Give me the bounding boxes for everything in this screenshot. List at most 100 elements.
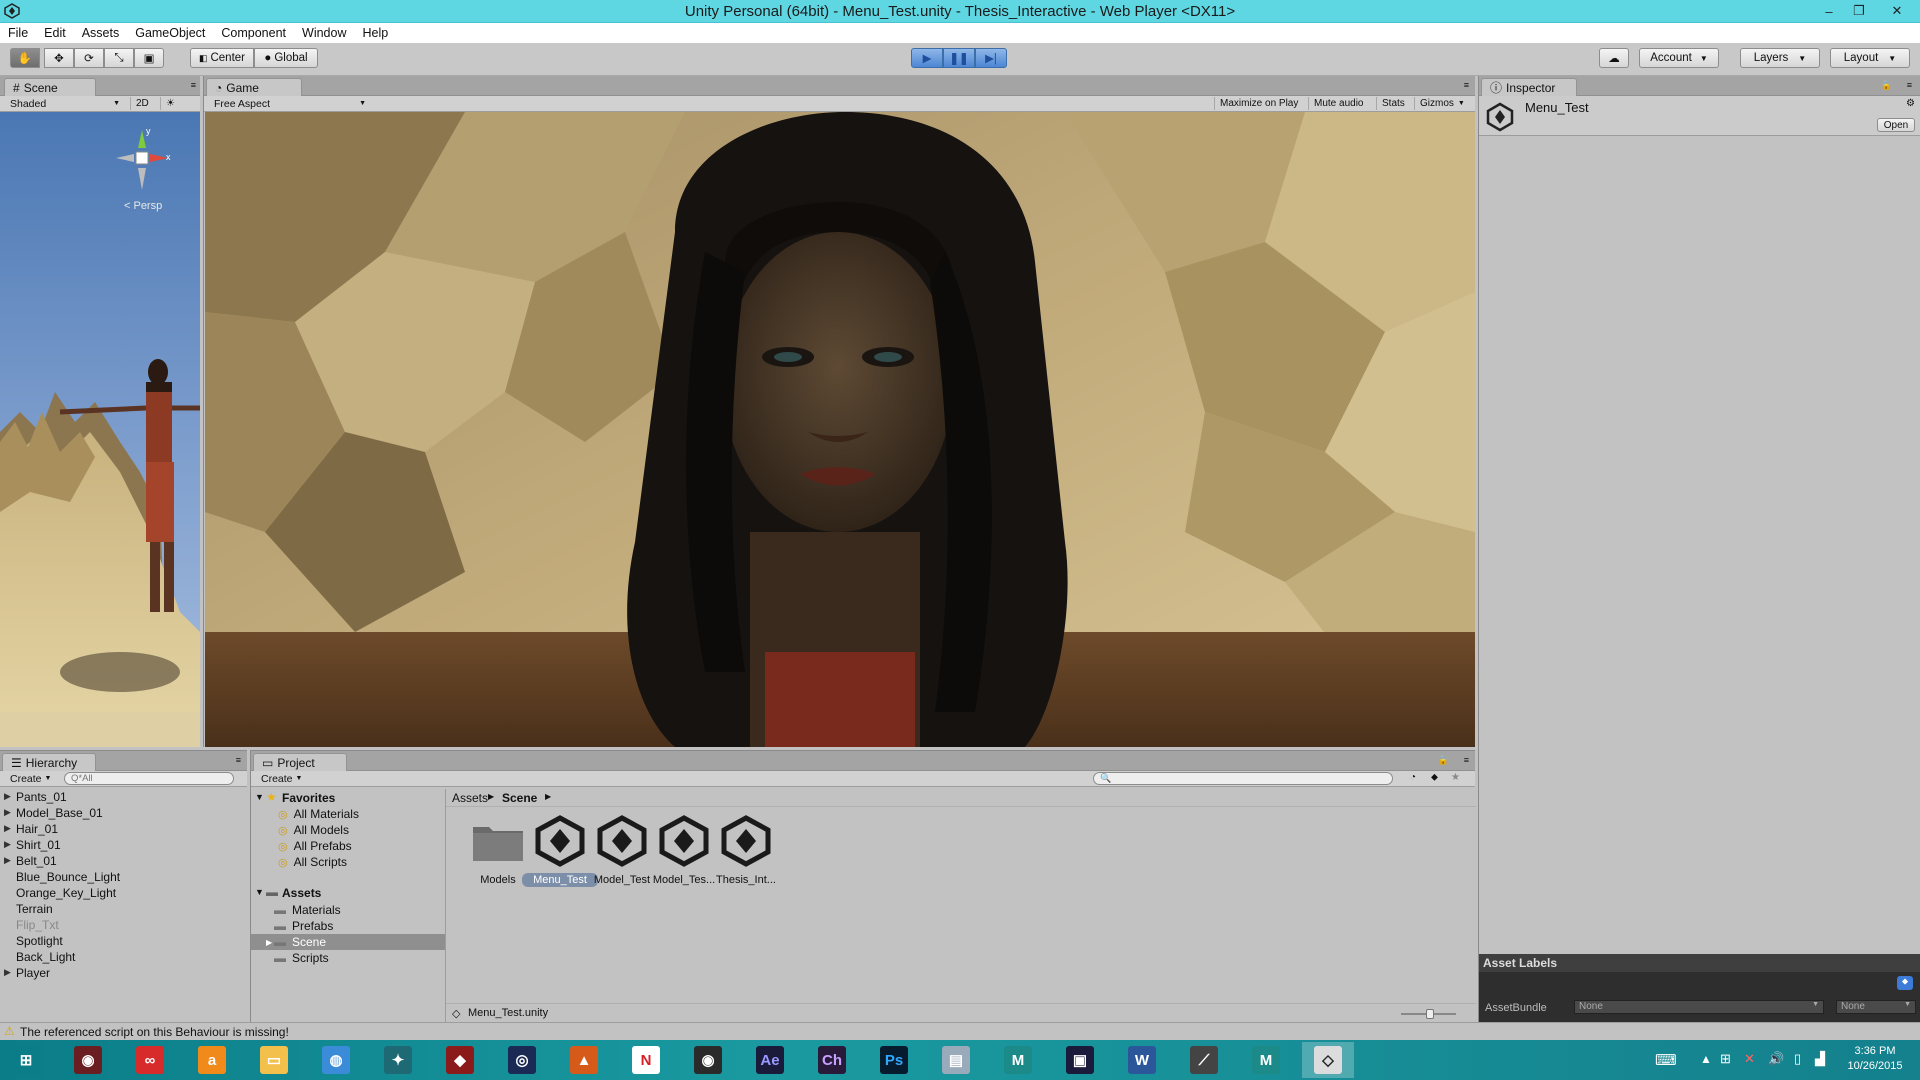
taskbar-app[interactable]: ✦: [372, 1042, 424, 1078]
taskbar-app[interactable]: Ae: [744, 1042, 796, 1078]
rect-tool-button[interactable]: ▣: [134, 48, 164, 68]
taskbar-app[interactable]: ▣: [1054, 1042, 1106, 1078]
asset-variant-dropdown[interactable]: None ▼: [1836, 1000, 1916, 1014]
taskbar-app[interactable]: ◎: [496, 1042, 548, 1078]
taskbar-app[interactable]: ◉: [62, 1042, 114, 1078]
cloud-button[interactable]: ☁: [1599, 48, 1629, 68]
taskbar-app[interactable]: N: [620, 1042, 672, 1078]
taskbar-app[interactable]: Ps: [868, 1042, 920, 1078]
lock-icon[interactable]: 🔒: [1438, 755, 1449, 766]
volume-icon[interactable]: 🔊: [1768, 1051, 1784, 1067]
expand-arrow-icon[interactable]: ▶: [4, 855, 11, 866]
gear-icon[interactable]: ⚙: [1906, 98, 1915, 109]
tab-hierarchy[interactable]: ☰ Hierarchy: [2, 753, 96, 771]
hierarchy-item[interactable]: ▶ Model_Base_01: [0, 805, 247, 821]
asset-tile[interactable]: Thesis_Int...: [714, 813, 778, 893]
expand-arrow-icon[interactable]: ▶: [4, 839, 11, 850]
scene-gizmo[interactable]: y x: [112, 126, 172, 196]
play-button[interactable]: ▶: [911, 48, 943, 68]
hierarchy-item[interactable]: Flip_Txt: [0, 917, 247, 933]
asset-tile[interactable]: Models: [466, 813, 530, 893]
battery-icon[interactable]: ▯: [1794, 1051, 1801, 1067]
hierarchy-item[interactable]: ▶ Belt_01: [0, 853, 247, 869]
scene-viewport[interactable]: y x < Persp: [0, 112, 200, 747]
account-dropdown[interactable]: Account ▼: [1639, 48, 1719, 68]
close-button[interactable]: ✕: [1874, 0, 1920, 22]
menu-assets[interactable]: Assets: [74, 26, 128, 40]
tab-game[interactable]: ◔ Game: [206, 78, 302, 96]
expand-arrow-icon[interactable]: ▶: [4, 807, 11, 818]
restore-button[interactable]: ❐: [1844, 0, 1874, 22]
favorite-item[interactable]: ◎ All Materials: [278, 807, 359, 821]
keyboard-icon[interactable]: ⌨: [1655, 1051, 1677, 1069]
tab-project[interactable]: ▭ Project: [253, 753, 347, 771]
tab-scene[interactable]: # Scene: [4, 78, 96, 96]
expand-arrow-icon[interactable]: ▶: [4, 791, 11, 802]
aspect-dropdown[interactable]: Free Aspect ▼: [210, 97, 370, 110]
mute-audio-toggle[interactable]: Mute audio: [1308, 97, 1368, 110]
status-message[interactable]: The referenced script on this Behaviour …: [20, 1025, 289, 1039]
hand-tool-button[interactable]: ✋: [10, 48, 40, 68]
global-button[interactable]: ● Global: [254, 48, 318, 68]
hierarchy-item[interactable]: ▶ Player: [0, 965, 247, 981]
menu-file[interactable]: File: [0, 26, 36, 40]
scale-tool-button[interactable]: ⤡: [104, 48, 134, 68]
project-create-dropdown[interactable]: Create ▼: [257, 772, 309, 785]
hierarchy-item[interactable]: Back_Light: [0, 949, 247, 965]
favorite-item[interactable]: ◎ All Prefabs: [278, 839, 352, 853]
favorite-item[interactable]: ◎ All Scripts: [278, 855, 347, 869]
taskbar-app[interactable]: ∞: [124, 1042, 176, 1078]
persp-label[interactable]: < Persp: [124, 200, 162, 212]
panel-menu-icon[interactable]: ≡: [1464, 755, 1469, 765]
taskbar-app[interactable]: ⟋: [1178, 1042, 1230, 1078]
tag-icon[interactable]: ⬥: [1897, 976, 1913, 990]
taskbar-app[interactable]: W: [1116, 1042, 1168, 1078]
expand-arrow-icon[interactable]: ▶: [266, 938, 272, 947]
asset-bundle-dropdown[interactable]: None ▼: [1574, 1000, 1824, 1014]
step-button[interactable]: ▶|: [975, 48, 1007, 68]
menu-window[interactable]: Window: [294, 26, 354, 40]
hierarchy-item[interactable]: ▶ Shirt_01: [0, 837, 247, 853]
taskbar-app[interactable]: ◇: [1302, 1042, 1354, 1078]
taskbar-app[interactable]: ▲: [558, 1042, 610, 1078]
panel-menu-icon[interactable]: ≡: [191, 80, 196, 90]
tab-inspector[interactable]: ⓘ Inspector: [1481, 78, 1577, 96]
taskbar-app[interactable]: M: [1240, 1042, 1292, 1078]
hierarchy-item[interactable]: Spotlight: [0, 933, 247, 949]
taskbar-app[interactable]: ◆: [434, 1042, 486, 1078]
rotate-tool-button[interactable]: ⟳: [74, 48, 104, 68]
taskbar-app[interactable]: ◉: [682, 1042, 734, 1078]
expand-arrow-icon[interactable]: ▶: [4, 967, 11, 978]
folder-item[interactable]: ▬ Prefabs: [251, 918, 445, 934]
pivot-center-button[interactable]: ◧ Center: [190, 48, 254, 68]
lighting-toggle[interactable]: ☀: [160, 97, 180, 110]
folder-item[interactable]: ▶ ▬ Scene: [251, 934, 445, 950]
taskbar-app[interactable]: ▤: [930, 1042, 982, 1078]
filter-label-icon[interactable]: ⬥: [1431, 772, 1438, 783]
breadcrumb-assets[interactable]: Assets: [452, 791, 488, 805]
hierarchy-item[interactable]: ▶ Hair_01: [0, 821, 247, 837]
hierarchy-item[interactable]: Blue_Bounce_Light: [0, 869, 247, 885]
clock[interactable]: 3:36 PM 10/26/2015: [1840, 1044, 1910, 1074]
menu-component[interactable]: Component: [213, 26, 294, 40]
panel-menu-icon[interactable]: ≡: [1464, 80, 1469, 90]
icon-size-slider-thumb[interactable]: [1426, 1009, 1434, 1019]
folder-item[interactable]: ▬ Materials: [251, 902, 445, 918]
move-tool-button[interactable]: ✥: [44, 48, 74, 68]
project-search-input[interactable]: 🔍: [1093, 772, 1393, 785]
favorite-item[interactable]: ◎ All Models: [278, 823, 349, 837]
assets-root-label[interactable]: Assets: [282, 886, 321, 900]
menu-edit[interactable]: Edit: [36, 26, 74, 40]
taskbar-app[interactable]: ▭: [248, 1042, 300, 1078]
hierarchy-search-input[interactable]: Q*All: [64, 772, 234, 785]
mode-2d-button[interactable]: 2D: [130, 97, 154, 110]
taskbar-app[interactable]: ◍: [310, 1042, 362, 1078]
signal-icon[interactable]: ▟: [1815, 1051, 1825, 1067]
asset-tile[interactable]: Model_Test: [590, 813, 654, 893]
taskbar-app[interactable]: a: [186, 1042, 238, 1078]
gizmos-dropdown[interactable]: Gizmos ▼: [1414, 97, 1470, 110]
taskbar-app[interactable]: Ch: [806, 1042, 858, 1078]
tray-chevron-icon[interactable]: ▲: [1700, 1052, 1712, 1066]
shading-dropdown[interactable]: Shaded ▼: [6, 97, 124, 110]
hierarchy-create-dropdown[interactable]: Create ▼: [6, 772, 58, 785]
